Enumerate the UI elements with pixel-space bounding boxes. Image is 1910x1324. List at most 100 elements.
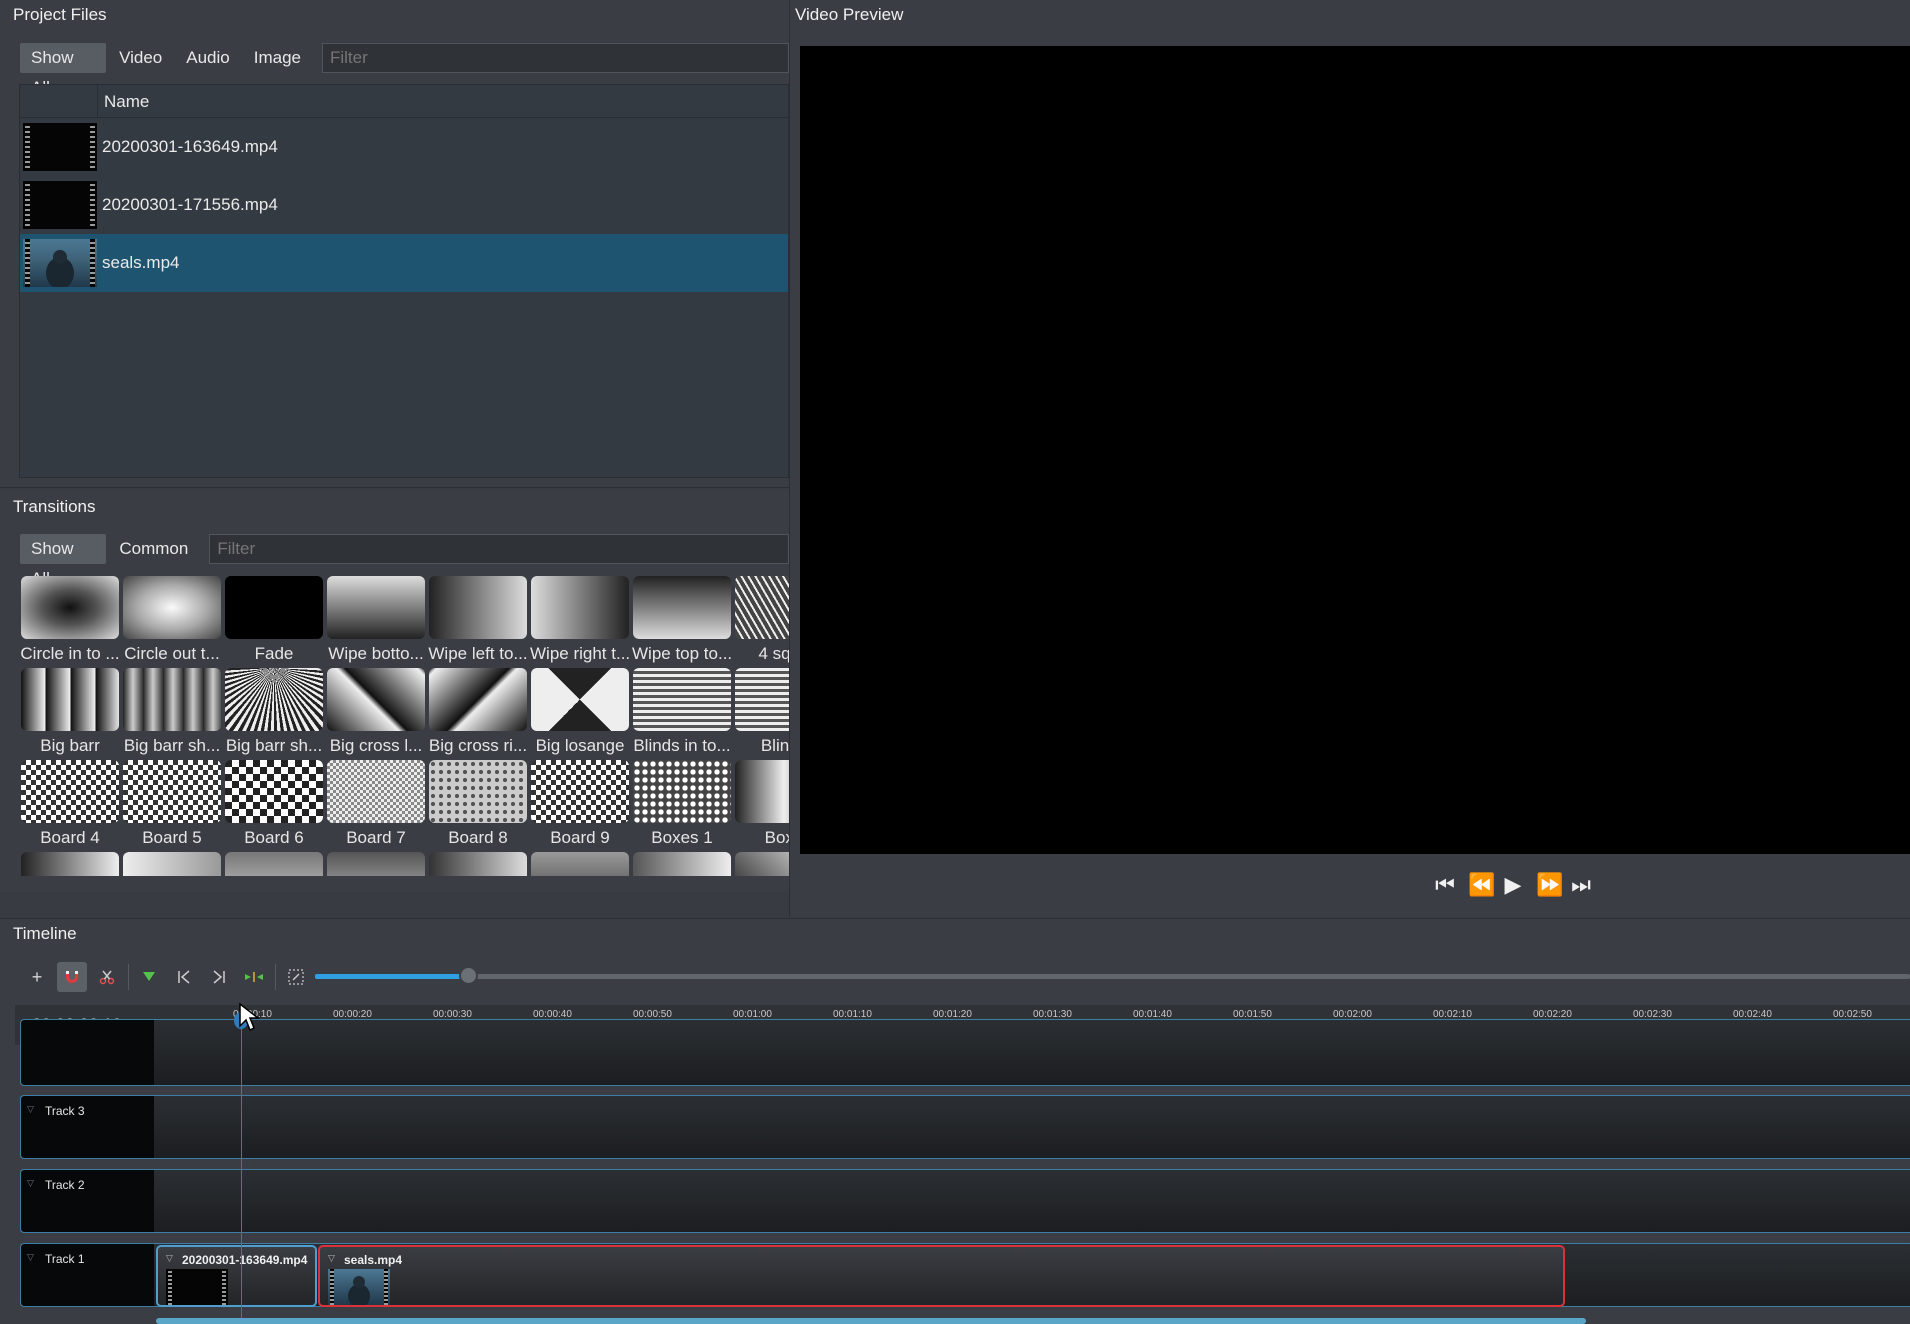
- rewind-icon[interactable]: ⏪: [1468, 874, 1495, 896]
- zoom-slider-handle[interactable]: [459, 966, 479, 985]
- project-files-filter-input[interactable]: [321, 43, 789, 73]
- transition-label: Wipe botto...: [328, 644, 424, 663]
- file-name: seals.mp4: [102, 253, 180, 272]
- transition-thumbnail: [225, 668, 323, 731]
- transition-item[interactable]: Boxes 1: [632, 760, 732, 852]
- add-marker-button[interactable]: [134, 962, 164, 992]
- transition-item[interactable]: Big cross l...: [326, 668, 426, 760]
- timeline-scrollbar[interactable]: [156, 1318, 1586, 1324]
- transition-item[interactable]: Circle in to ...: [20, 576, 120, 668]
- razor-button[interactable]: [92, 962, 122, 992]
- snapping-button[interactable]: [57, 962, 87, 992]
- track-header[interactable]: ▽ Track 1: [21, 1244, 154, 1306]
- clip-menu-caret-icon[interactable]: ▽: [166, 1253, 173, 1264]
- filter-video[interactable]: Video: [108, 43, 173, 73]
- transition-item[interactable]: Wipe left to...: [428, 576, 528, 668]
- transition-item[interactable]: Board 5: [122, 760, 222, 852]
- transition-item[interactable]: Big barr sh...: [224, 668, 324, 760]
- transition-thumbnail[interactable]: [633, 852, 731, 876]
- transition-item[interactable]: Big barr sh...: [122, 668, 222, 760]
- zoom-fit-button[interactable]: [281, 962, 311, 992]
- toolbar-divider: [128, 964, 129, 990]
- track-lane[interactable]: ▽ 20200301-163649.mp4 ▽ seals.mp4: [154, 1244, 1910, 1307]
- transition-label: Board 5: [142, 828, 202, 847]
- transition-thumbnail: [225, 576, 323, 639]
- transition-item[interactable]: Big cross ri...: [428, 668, 528, 760]
- transition-item[interactable]: Boxe: [734, 760, 789, 852]
- file-row-selected[interactable]: seals.mp4: [20, 234, 788, 292]
- transitions-grid: Circle in to ... Circle out t... Fade Wipe …: [20, 576, 789, 876]
- transition-item[interactable]: Big barr: [20, 668, 120, 760]
- timeline-clip[interactable]: ▽ seals.mp4: [318, 1245, 1565, 1307]
- playhead-line[interactable]: [241, 1010, 242, 1324]
- transition-item[interactable]: Wipe top to...: [632, 576, 732, 668]
- transition-item[interactable]: Blinds: [734, 668, 789, 760]
- transition-label: Boxe: [764, 828, 789, 847]
- video-preview-screen[interactable]: [800, 46, 1910, 854]
- track-2[interactable]: ▽ Track 2: [20, 1169, 1910, 1233]
- zoom-fit-icon: [288, 969, 304, 985]
- transition-item[interactable]: Wipe botto...: [326, 576, 426, 668]
- track-4[interactable]: [20, 1019, 1910, 1086]
- transition-item[interactable]: Wipe right t...: [530, 576, 630, 668]
- track-lane[interactable]: [154, 1020, 1910, 1085]
- transition-item[interactable]: Board 9: [530, 760, 630, 852]
- filter-audio[interactable]: Audio: [175, 43, 240, 73]
- jump-end-icon[interactable]: ⏭: [1570, 874, 1592, 896]
- filter-common[interactable]: Common: [108, 534, 199, 564]
- filter-show-all[interactable]: Show All: [20, 43, 107, 97]
- transition-label: Wipe right t...: [530, 644, 630, 663]
- track-label: Track 1: [45, 1252, 85, 1266]
- collapse-caret-icon[interactable]: ▽: [27, 1178, 34, 1189]
- transition-item[interactable]: Board 8: [428, 760, 528, 852]
- transition-thumbnail: [633, 576, 731, 639]
- transition-thumbnail[interactable]: [21, 852, 119, 876]
- timeline-clip[interactable]: ▽ 20200301-163649.mp4: [156, 1245, 317, 1307]
- transition-thumbnail[interactable]: [327, 852, 425, 876]
- transition-label: Board 6: [244, 828, 304, 847]
- collapse-caret-icon[interactable]: ▽: [27, 1252, 34, 1263]
- transitions-filter-input[interactable]: [209, 534, 789, 564]
- thumb-column-header[interactable]: [20, 85, 98, 118]
- transition-label: Big cross l...: [329, 736, 423, 755]
- file-row[interactable]: 20200301-163649.mp4: [20, 118, 788, 176]
- file-row[interactable]: 20200301-171556.mp4: [20, 176, 788, 234]
- add-track-button[interactable]: +: [22, 962, 52, 992]
- fast-forward-icon[interactable]: ⏩: [1536, 874, 1563, 896]
- transition-thumbnail[interactable]: [531, 852, 629, 876]
- track-lane[interactable]: [154, 1170, 1910, 1232]
- transition-item[interactable]: Big losange: [530, 668, 630, 760]
- track-1[interactable]: ▽ Track 1 ▽ 20200301-163649.mp4 ▽ seals.m…: [20, 1243, 1910, 1307]
- name-column-header[interactable]: Name: [104, 92, 149, 112]
- transition-label: Wipe top to...: [632, 644, 732, 663]
- track-header[interactable]: ▽ Track 2: [21, 1170, 154, 1232]
- transition-item[interactable]: Circle out t...: [122, 576, 222, 668]
- track-3[interactable]: ▽ Track 3: [20, 1095, 1910, 1159]
- transition-item[interactable]: Board 7: [326, 760, 426, 852]
- track-lane[interactable]: [154, 1096, 1910, 1158]
- transition-item[interactable]: Fade: [224, 576, 324, 668]
- jump-start-icon[interactable]: ⏮: [1434, 874, 1456, 896]
- filter-image[interactable]: Image: [243, 43, 312, 73]
- track-header[interactable]: [21, 1020, 154, 1085]
- transition-item[interactable]: Board 6: [224, 760, 324, 852]
- track-header[interactable]: ▽ Track 3: [21, 1096, 154, 1158]
- transition-thumbnail[interactable]: [225, 852, 323, 876]
- center-playhead-button[interactable]: [239, 962, 269, 992]
- transition-item[interactable]: 4 squa: [734, 576, 789, 668]
- transition-thumbnail[interactable]: [429, 852, 527, 876]
- filter-show-all[interactable]: Show All: [20, 534, 107, 588]
- next-marker-button[interactable]: [204, 962, 234, 992]
- transition-thumbnail: [429, 760, 527, 823]
- transition-item[interactable]: Board 4: [20, 760, 120, 852]
- clip-menu-caret-icon[interactable]: ▽: [328, 1253, 335, 1264]
- play-icon[interactable]: ▶: [1502, 874, 1524, 896]
- previous-marker-button[interactable]: [169, 962, 199, 992]
- zoom-slider[interactable]: [315, 966, 1910, 985]
- transition-item[interactable]: Blinds in to...: [632, 668, 732, 760]
- transition-thumbnail[interactable]: [123, 852, 221, 876]
- transition-thumbnail[interactable]: [735, 852, 789, 876]
- transition-label: Boxes 1: [651, 828, 713, 847]
- collapse-caret-icon[interactable]: ▽: [27, 1104, 34, 1115]
- transition-label: Circle out t...: [124, 644, 220, 663]
